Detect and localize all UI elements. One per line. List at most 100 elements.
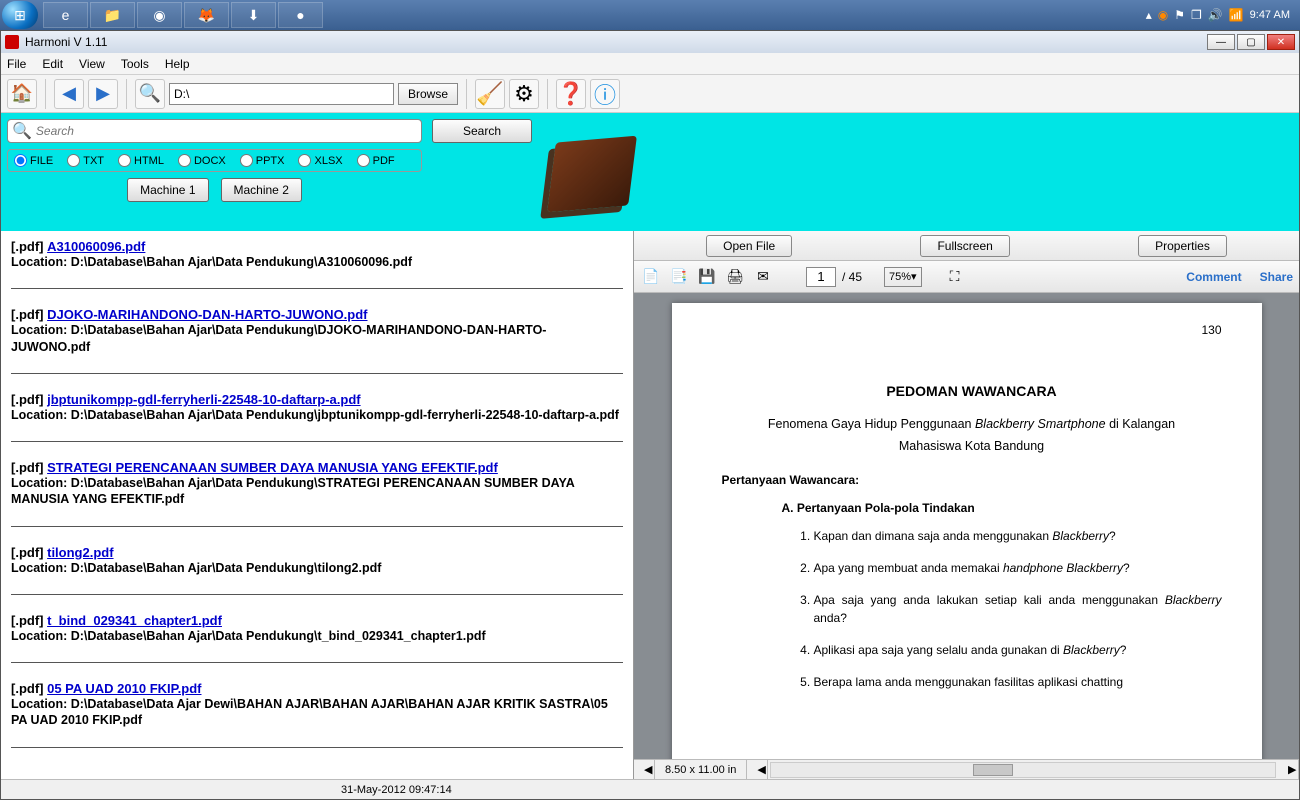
- task-chrome[interactable]: ◉: [137, 2, 182, 28]
- result-link[interactable]: jbptunikompp-gdl-ferryherli-22548-10-daf…: [47, 392, 360, 407]
- pdf-viewport[interactable]: 130 PEDOMAN WAWANCARA Fenomena Gaya Hidu…: [634, 293, 1299, 759]
- menu-view[interactable]: View: [79, 57, 105, 71]
- magnifier-icon[interactable]: 🔍: [135, 79, 165, 109]
- result-link[interactable]: tilong2.pdf: [47, 545, 113, 560]
- result-location: Location: D:\Database\Bahan Ajar\Data Pe…: [11, 254, 623, 270]
- filter-pptx[interactable]: PPTX: [240, 154, 285, 167]
- taskbar: ⊞ e 📁 ◉ 🦊 ⬇ ● ▴ ◉ ⚑ ❐ 🔊 📶 9:47 AM: [0, 0, 1300, 30]
- filter-file[interactable]: FILE: [14, 154, 53, 167]
- tray-expand-icon[interactable]: ▴: [1146, 8, 1152, 22]
- menubar: File Edit View Tools Help: [1, 53, 1299, 75]
- result-location: Location: D:\Database\Bahan Ajar\Data Pe…: [11, 560, 623, 576]
- preview-toolbar: Open File Fullscreen Properties: [634, 231, 1299, 261]
- result-location: Location: D:\Database\Bahan Ajar\Data Pe…: [11, 475, 623, 508]
- machine1-button[interactable]: Machine 1: [127, 178, 208, 202]
- back-button[interactable]: ◀: [54, 79, 84, 109]
- result-item: [.pdf] 05 PA UAD 2010 FKIP.pdfLocation: …: [11, 681, 623, 748]
- result-ext: [.pdf]: [11, 239, 43, 254]
- result-location: Location: D:\Database\Bahan Ajar\Data Pe…: [11, 322, 623, 355]
- result-item: [.pdf] jbptunikompp-gdl-ferryherli-22548…: [11, 392, 623, 442]
- filter-row: FILE TXT HTML DOCX PPTX XLSX PDF: [7, 149, 422, 172]
- machine2-button[interactable]: Machine 2: [221, 178, 302, 202]
- tray-clock[interactable]: 9:47 AM: [1250, 9, 1290, 21]
- task-app[interactable]: ●: [278, 2, 323, 28]
- filter-xlsx[interactable]: XLSX: [298, 154, 342, 167]
- doc-subtitle-2: Mahasiswa Kota Bandung: [722, 439, 1222, 453]
- doc-q5: Berapa lama anda menggunakan fasilitas a…: [814, 673, 1222, 691]
- pdf-email-icon[interactable]: ✉: [752, 266, 774, 288]
- pdf-save-icon[interactable]: 💾: [696, 266, 718, 288]
- task-ie[interactable]: e: [43, 2, 88, 28]
- search-panel: 🔍 Search FILE TXT HTML DOCX PPTX XLSX PD…: [1, 113, 1299, 231]
- forward-button[interactable]: ▶: [88, 79, 118, 109]
- tray-flag-icon[interactable]: ⚑: [1174, 8, 1185, 22]
- maximize-button[interactable]: ▢: [1237, 34, 1265, 50]
- pdf-page-input[interactable]: [806, 267, 836, 287]
- pdf-page: 130 PEDOMAN WAWANCARA Fenomena Gaya Hidu…: [672, 303, 1262, 759]
- status-datetime: 31-May-2012 09:47:14: [341, 784, 452, 796]
- result-ext: [.pdf]: [11, 307, 43, 322]
- properties-button[interactable]: Properties: [1138, 235, 1227, 257]
- search-button[interactable]: Search: [432, 119, 532, 143]
- window-title: Harmoni V 1.11: [25, 35, 107, 49]
- help-sign-icon[interactable]: ❓: [556, 79, 586, 109]
- result-ext: [.pdf]: [11, 681, 43, 696]
- tray-shield-icon[interactable]: ◉: [1158, 8, 1168, 22]
- tray-network-icon[interactable]: 📶: [1229, 8, 1244, 22]
- filter-html[interactable]: HTML: [118, 154, 164, 167]
- h-scrollbar[interactable]: [770, 762, 1276, 778]
- pdf-zoom-select[interactable]: 75% ▾: [884, 267, 922, 287]
- home-button[interactable]: 🏠: [7, 79, 37, 109]
- filter-docx[interactable]: DOCX: [178, 154, 226, 167]
- doc-section: Pertanyaan Wawancara:: [722, 473, 1222, 487]
- pdf-print-icon[interactable]: 🖨: [724, 266, 746, 288]
- system-tray: ▴ ◉ ⚑ ❐ 🔊 📶 9:47 AM: [1146, 8, 1298, 22]
- tray-power-icon[interactable]: ❐: [1191, 8, 1202, 22]
- result-ext: [.pdf]: [11, 613, 43, 628]
- pdf-share-link[interactable]: Share: [1260, 270, 1293, 284]
- titlebar[interactable]: Harmoni V 1.11 — ▢ ✕: [1, 31, 1299, 53]
- search-icon: 🔍: [12, 121, 32, 141]
- pdf-fit-icon[interactable]: ⛶: [944, 266, 966, 288]
- doc-subtitle-1: Fenomena Gaya Hidup Penggunaan Blackberr…: [722, 417, 1222, 431]
- menu-edit[interactable]: Edit: [42, 57, 63, 71]
- pdf-page-number: 130: [1201, 323, 1221, 337]
- result-link[interactable]: STRATEGI PERENCANAAN SUMBER DAYA MANUSIA…: [47, 460, 498, 475]
- open-file-button[interactable]: Open File: [706, 235, 792, 257]
- result-link[interactable]: t_bind_029341_chapter1.pdf: [47, 613, 222, 628]
- fullscreen-button[interactable]: Fullscreen: [920, 235, 1009, 257]
- task-firefox[interactable]: 🦊: [184, 2, 229, 28]
- clean-icon[interactable]: 🧹: [475, 79, 505, 109]
- result-link[interactable]: DJOKO-MARIHANDONO-DAN-HARTO-JUWONO.pdf: [47, 307, 367, 322]
- folder-artwork: [547, 136, 637, 213]
- result-item: [.pdf] t_bind_029341_chapter1.pdfLocatio…: [11, 613, 623, 663]
- doc-subsection: A. Pertanyaan Pola-pola Tindakan: [782, 501, 1222, 515]
- filter-txt[interactable]: TXT: [67, 154, 104, 167]
- search-input[interactable]: [36, 124, 417, 138]
- task-idm[interactable]: ⬇: [231, 2, 276, 28]
- task-explorer[interactable]: 📁: [90, 2, 135, 28]
- filter-pdf[interactable]: PDF: [357, 154, 395, 167]
- menu-tools[interactable]: Tools: [121, 57, 149, 71]
- result-ext: [.pdf]: [11, 392, 43, 407]
- browse-button[interactable]: Browse: [398, 83, 458, 105]
- info-icon[interactable]: ⓘ: [590, 79, 620, 109]
- menu-help[interactable]: Help: [165, 57, 190, 71]
- tray-volume-icon[interactable]: 🔊: [1208, 8, 1223, 22]
- app-statusbar: 31-May-2012 09:47:14: [1, 779, 1299, 799]
- results-list[interactable]: [.pdf] A310060096.pdfLocation: D:\Databa…: [1, 231, 633, 779]
- result-item: [.pdf] A310060096.pdfLocation: D:\Databa…: [11, 239, 623, 289]
- pdf-export-icon[interactable]: 📄: [640, 266, 662, 288]
- result-link[interactable]: 05 PA UAD 2010 FKIP.pdf: [47, 681, 201, 696]
- pdf-comment-link[interactable]: Comment: [1186, 270, 1241, 284]
- start-button[interactable]: ⊞: [2, 1, 38, 29]
- settings-icon[interactable]: ⚙: [509, 79, 539, 109]
- menu-file[interactable]: File: [7, 57, 26, 71]
- result-link[interactable]: A310060096.pdf: [47, 239, 145, 254]
- pdf-page-total: / 45: [842, 270, 862, 284]
- path-input[interactable]: [169, 83, 394, 105]
- minimize-button[interactable]: —: [1207, 34, 1235, 50]
- close-button[interactable]: ✕: [1267, 34, 1295, 50]
- pdf-pages-icon[interactable]: 📑: [668, 266, 690, 288]
- doc-questions: Kapan dan dimana saja anda menggunakan B…: [814, 527, 1222, 691]
